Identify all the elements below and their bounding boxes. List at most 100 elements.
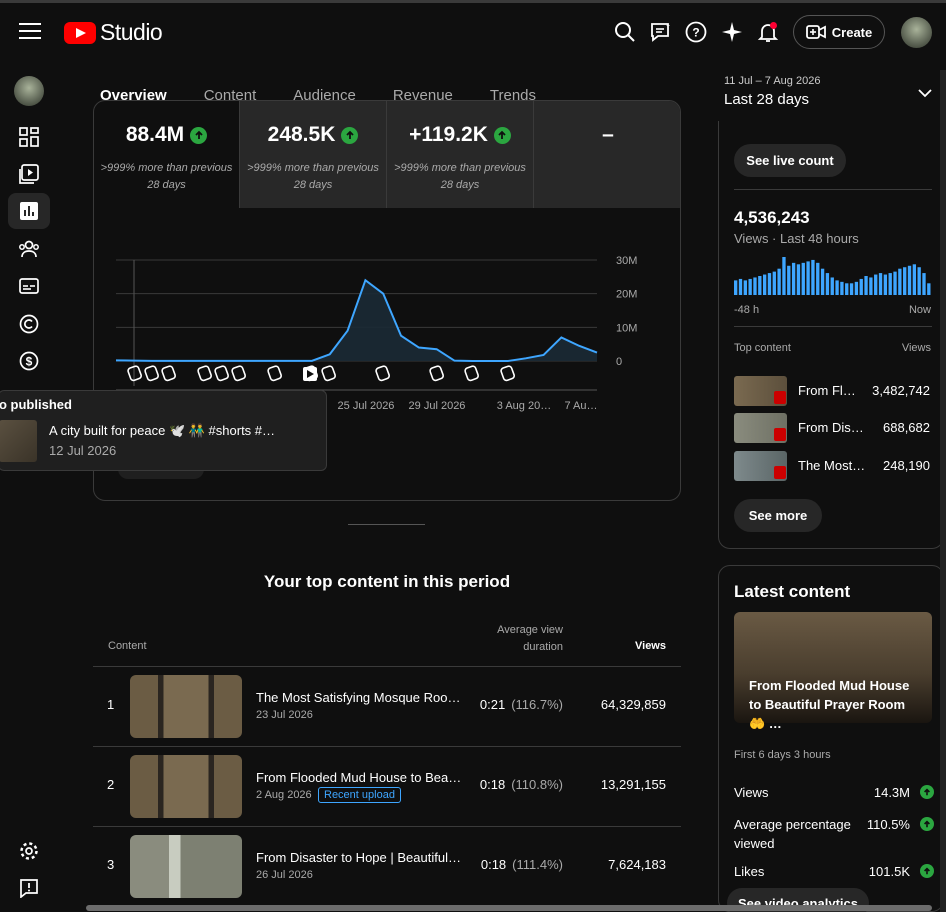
menu-icon[interactable] xyxy=(19,23,41,41)
avg-view-duration: 0:18 (111.4%) xyxy=(480,857,563,872)
views-value: 13,291,155 xyxy=(600,777,666,792)
video-thumbnail[interactable] xyxy=(130,835,242,898)
vertical-scrollbar[interactable] xyxy=(940,70,946,912)
studio-logo[interactable]: Studio xyxy=(64,19,163,46)
x-tick-label: 7 Au… xyxy=(564,400,597,412)
col-avd[interactable]: Average view duration xyxy=(483,622,563,656)
realtime-bar xyxy=(767,273,772,295)
video-title[interactable]: From Flooded Mud House to Bea… xyxy=(256,770,461,785)
community-icon[interactable] xyxy=(8,231,50,267)
metric-value: +119.2K xyxy=(409,123,488,146)
dashboard-icon[interactable] xyxy=(8,119,50,155)
date-range-label: Last 28 days xyxy=(724,91,810,108)
series-area xyxy=(116,280,597,361)
feedback-icon[interactable]: + xyxy=(649,20,673,44)
metric-views[interactable]: 88.4M >999% more than previous 28 days xyxy=(94,101,240,208)
date-range-picker[interactable]: 11 Jul – 7 Aug 2026 Last 28 days xyxy=(724,75,934,108)
tooltip-video-title: A city built for peace 🕊️ 👬 #shorts #… xyxy=(49,423,276,438)
metric-change: >999% more than previous 28 days xyxy=(394,162,526,191)
axis-start: -48 h xyxy=(734,304,760,316)
realtime-bar xyxy=(878,273,883,295)
table-row[interactable]: 2 From Flooded Mud House to Bea… 2 Aug 2… xyxy=(93,747,681,827)
stat-likes: Likes 101.5K xyxy=(734,864,934,879)
tooltip-title: o published xyxy=(0,397,72,412)
realtime-bar xyxy=(840,281,844,295)
table-row[interactable]: 1 The Most Satisfying Mosque Roo… 23 Jul… xyxy=(93,667,681,747)
see-live-count-button[interactable]: See live count xyxy=(734,144,846,177)
avg-view-duration: 0:21 (116.7%) xyxy=(479,697,563,712)
help-icon[interactable]: ? xyxy=(684,20,708,44)
studio-app: Studio + ? Create $ Overview Content Aud… xyxy=(0,0,946,912)
sparkle-icon[interactable] xyxy=(720,20,744,44)
arrow-up-icon xyxy=(190,126,208,144)
latest-content-title: Latest content xyxy=(734,582,851,601)
app-name: Studio xyxy=(100,19,163,45)
shorts-marker-icon xyxy=(267,365,282,382)
item-title: From Dis… xyxy=(798,420,864,435)
shorts-marker-icon xyxy=(231,365,246,382)
views-col-label: Views xyxy=(901,342,931,354)
metric-value: 88.4M xyxy=(125,123,185,146)
metric-subscribers[interactable]: +119.2K >999% more than previous 28 days xyxy=(387,101,534,208)
svg-text:?: ? xyxy=(692,26,699,40)
video-date: 26 Jul 2026 xyxy=(256,869,313,881)
content-icon[interactable] xyxy=(8,156,50,192)
create-label: Create xyxy=(831,24,873,40)
table-header: Content Average view duration Views xyxy=(93,620,681,667)
realtime-bar-chart[interactable] xyxy=(734,255,932,295)
item-title: The Most… xyxy=(798,458,866,473)
realtime-bar xyxy=(927,283,931,295)
arrow-up-icon xyxy=(920,864,934,878)
video-title[interactable]: The Most Satisfying Mosque Roo… xyxy=(256,690,461,705)
tooltip-thumbnail xyxy=(0,420,37,462)
latest-video-thumbnail[interactable]: From Flooded Mud House to Beautiful Pray… xyxy=(734,612,932,731)
chevron-down-icon xyxy=(918,89,932,98)
analytics-icon[interactable] xyxy=(8,193,50,229)
avg-view-duration: 0:18 (110.8%) xyxy=(479,777,563,792)
top-content-title: Your top content in this period xyxy=(263,572,511,591)
send-feedback-icon[interactable] xyxy=(8,870,50,906)
realtime-bar xyxy=(801,262,805,295)
realtime-bar xyxy=(907,265,912,295)
realtime-bar xyxy=(874,274,878,295)
y-tick-label: 10M xyxy=(616,322,637,334)
copyright-icon[interactable] xyxy=(8,306,50,342)
realtime-bar xyxy=(777,268,781,295)
metric-value: 248.5K xyxy=(267,123,336,146)
tooltip-date: 12 Jul 2026 xyxy=(49,443,117,458)
realtime-item[interactable]: From Dis… 688,682 xyxy=(734,413,932,443)
video-title[interactable]: From Disaster to Hope | Beautiful… xyxy=(256,850,461,865)
metric-watch-time[interactable]: 248.5K >999% more than previous 28 days xyxy=(240,101,387,208)
metric-revenue[interactable]: – xyxy=(534,101,680,208)
account-avatar[interactable] xyxy=(901,17,932,48)
realtime-bar xyxy=(796,264,801,295)
table-row[interactable]: 3 From Disaster to Hope | Beautiful… 26 … xyxy=(93,827,681,907)
realtime-item[interactable]: From Fl… 3,482,742 xyxy=(734,376,932,406)
channel-avatar[interactable] xyxy=(14,76,44,106)
shorts-marker-icon xyxy=(197,365,212,382)
col-content: Content xyxy=(108,640,147,652)
divider xyxy=(734,189,932,190)
notifications-icon[interactable] xyxy=(756,20,780,44)
latest-content-card: Latest content From Flooded Mud House to… xyxy=(718,565,944,912)
realtime-bar xyxy=(782,257,786,295)
subtitles-icon[interactable] xyxy=(8,268,50,304)
realtime-item[interactable]: The Most… 248,190 xyxy=(734,451,932,481)
horizontal-scrollbar[interactable] xyxy=(86,905,932,911)
realtime-bar xyxy=(772,271,776,295)
create-button[interactable]: Create xyxy=(793,15,885,49)
svg-text:$: $ xyxy=(26,355,33,369)
settings-icon[interactable] xyxy=(8,833,50,869)
realtime-bar xyxy=(849,283,854,295)
shorts-marker-icon xyxy=(214,365,229,382)
realtime-bar xyxy=(903,267,907,295)
search-icon[interactable] xyxy=(613,20,637,44)
video-thumbnail[interactable] xyxy=(130,675,242,738)
realtime-bar xyxy=(820,268,825,295)
video-date: 23 Jul 2026 xyxy=(256,709,313,721)
see-more-button[interactable]: See more xyxy=(734,499,822,532)
earn-icon[interactable]: $ xyxy=(8,343,50,379)
video-thumbnail[interactable] xyxy=(130,755,242,818)
col-views[interactable]: Views xyxy=(635,640,666,652)
row-rank: 1 xyxy=(107,697,115,712)
